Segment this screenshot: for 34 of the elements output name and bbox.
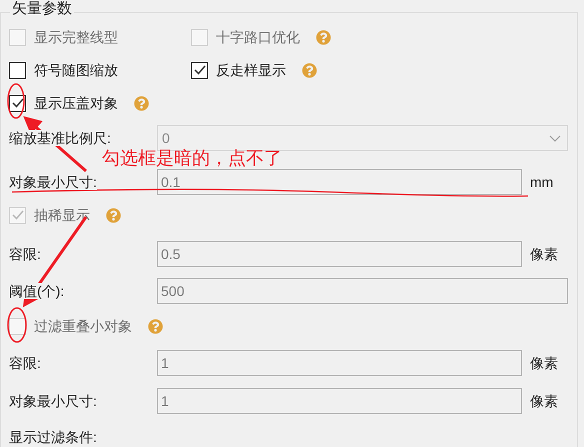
section-label: 显示过滤条件: bbox=[9, 428, 97, 446]
field-label: 缩放基准比例尺: bbox=[9, 130, 111, 146]
unit-label: 像素 bbox=[530, 392, 558, 410]
unit-label: 像素 bbox=[530, 354, 558, 372]
group-title: 矢量参数 bbox=[10, 0, 74, 18]
help-icon[interactable] bbox=[134, 96, 149, 110]
input-field[interactable]: 0.5 bbox=[157, 241, 522, 267]
input-field[interactable]: 1 bbox=[157, 388, 522, 414]
field-label: 阈值(个): bbox=[9, 282, 64, 298]
checkbox-label: 反走样显示 bbox=[216, 60, 286, 80]
check-icon bbox=[12, 210, 24, 220]
checkbox-label: 显示压盖对象 bbox=[34, 94, 118, 112]
input-field[interactable]: 500 bbox=[157, 278, 568, 304]
checkbox-label: 过滤重叠小对象 bbox=[34, 316, 132, 336]
field-label: 容限: bbox=[9, 246, 41, 262]
checkbox[interactable] bbox=[191, 62, 208, 78]
checkbox[interactable] bbox=[9, 62, 26, 78]
chevron-down-icon bbox=[549, 134, 561, 142]
check-icon bbox=[194, 65, 206, 75]
help-icon[interactable] bbox=[302, 62, 317, 78]
checkbox-label: 十字路口优化 bbox=[216, 28, 300, 46]
field-label: 对象最小尺寸: bbox=[9, 174, 97, 190]
checkbox-label: 显示完整线型 bbox=[34, 28, 118, 46]
unit-label: 像素 bbox=[530, 244, 558, 264]
checkbox-label: 符号随图缩放 bbox=[34, 60, 118, 80]
field-label: 对象最小尺寸: bbox=[9, 392, 97, 408]
check-icon bbox=[12, 98, 24, 108]
annotation-ellipse bbox=[7, 83, 25, 119]
annotation-ellipse bbox=[7, 307, 27, 343]
unit-label: mm bbox=[530, 172, 554, 192]
field-label: 容限: bbox=[9, 354, 41, 370]
input-field[interactable]: 1 bbox=[157, 350, 522, 376]
input-field[interactable]: 0.1 bbox=[157, 169, 522, 195]
annotation-note: 勾选框是暗的，点不了 bbox=[102, 149, 282, 167]
